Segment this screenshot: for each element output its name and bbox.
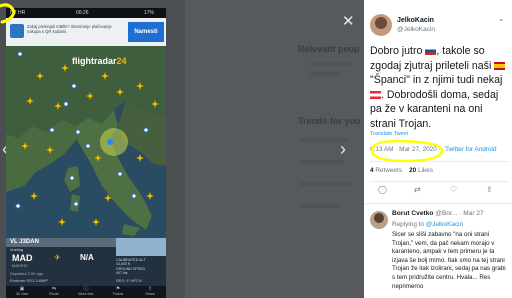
tweet-actions: ◯ ⇄ ♡ ⇪ <box>370 185 506 197</box>
divider <box>370 181 508 182</box>
tweet-counts: 4 Retweets 20 Likes <box>370 167 433 174</box>
divider <box>370 161 508 162</box>
tweet-author-name[interactable]: JelkoKacin <box>397 17 434 24</box>
backdrop-line <box>310 62 350 66</box>
flag-slovenia-icon <box>425 47 437 55</box>
tweet-author-handle[interactable]: @JelkoKacin <box>397 26 435 33</box>
tab-share: ⇪ Share <box>134 286 166 298</box>
map-land-svg <box>6 46 166 236</box>
clock-label: 00:26 <box>76 10 89 16</box>
carrier-label: HT HR <box>10 10 26 16</box>
flight-stats: CALIBRATED ALT 33,000 ft GROUND SPEED 40… <box>116 258 166 276</box>
flight-airline: Vueling <box>10 247 24 252</box>
backdrop-line <box>300 160 345 164</box>
flight-origin-code: MAD <box>12 253 33 263</box>
backdrop-line <box>300 204 340 208</box>
app-tabbar: ▣ 3D view ⇆ Route ⓘ More info ⚑ Follow ⇪ Shar… <box>6 286 166 298</box>
flight-info-card: VL J3DAN Vueling MAD ✈ N/A MADRID Depart… <box>6 238 166 286</box>
battery-label: 17% <box>144 10 155 16</box>
retweet-icon[interactable]: ⇄ <box>414 185 421 194</box>
ad-install-button: Namesti <box>128 22 164 42</box>
tab-follow: ⚑ Follow <box>102 286 134 298</box>
flightradar-logo: flightradar24 <box>72 56 127 66</box>
aircraft-reg: REG: F-HFCN <box>116 278 142 283</box>
flight-map: flightradar24 <box>6 46 166 238</box>
reply-icon[interactable]: ◯ <box>378 185 387 194</box>
ad-banner: Zakaj prekinjali mBills? Skeniranje plač… <box>6 18 166 46</box>
translate-tweet-link[interactable]: Translate Tweet <box>370 131 408 137</box>
tweet-text: Dobro jutro , takole so zgodaj zjutraj p… <box>370 44 510 132</box>
reply-handle-date[interactable]: @Bor... · Mar 27 <box>435 210 483 217</box>
reply-header: Borut Cvetko @Bor... · Mar 27 <box>392 210 484 217</box>
flag-austria-icon <box>370 90 381 99</box>
phone-status-bar: HT HR 00:26 17% <box>6 8 166 18</box>
reply-text: Sicer se sliši zabavno "na oni strani Tr… <box>392 231 506 290</box>
tab-more-info: ⓘ More info <box>70 286 102 298</box>
backdrop-relevant-people: Relevant peop <box>298 44 360 54</box>
tweet-timestamp[interactable]: 6:13 AM · Mar 27, 2020 · <box>370 146 441 153</box>
flight-origin-city: MADRID <box>12 263 28 268</box>
plane-icon: ✈ <box>54 253 61 262</box>
aircraft-type: Embraer ERJ-145MP <box>10 278 49 283</box>
share-icon[interactable]: ⇪ <box>486 185 493 194</box>
tab-3d-view: ▣ 3D view <box>6 286 38 298</box>
avatar[interactable] <box>370 14 392 36</box>
flight-callsign: VL J3DAN <box>10 239 39 245</box>
tab-route: ⇆ Route <box>38 286 70 298</box>
tweet-photo[interactable]: HT HR 00:26 17% Zakaj prekinjali mBills?… <box>6 8 166 298</box>
close-icon[interactable]: ✕ <box>342 14 355 29</box>
tweet-source-link[interactable]: Twitter for Android <box>445 146 497 153</box>
backdrop-line <box>300 182 352 186</box>
backdrop-line <box>310 72 340 76</box>
chevron-right-icon[interactable]: › <box>340 140 346 158</box>
reply-avatar[interactable] <box>370 211 388 229</box>
tweet-panel: JelkoKacin @JelkoKacin ⌄ Dobro jutro , t… <box>364 0 512 298</box>
like-icon[interactable]: ♡ <box>450 185 457 194</box>
flag-spain-icon <box>494 61 506 70</box>
flight-departed: Departed 2:00 ago <box>10 271 44 276</box>
backdrop-trends: Trends for you <box>298 116 361 126</box>
ad-app-icon <box>10 24 24 38</box>
replying-to-link[interactable]: @JelkoKacin <box>426 221 463 228</box>
reply-author-name[interactable]: Borut Cvetko <box>392 210 433 217</box>
chevron-down-icon[interactable]: ⌄ <box>498 14 505 23</box>
aircraft-photo <box>116 238 166 256</box>
like-count[interactable]: 20 <box>409 167 416 174</box>
retweet-count[interactable]: 4 <box>370 167 374 174</box>
flight-stat-value: 407 kts <box>116 271 128 276</box>
flight-destination-code: N/A <box>80 253 94 262</box>
ad-text: Zakaj prekinjali mBills? Skeniranje plač… <box>27 24 112 34</box>
replying-to: Replying to @JelkoKacin <box>392 221 464 228</box>
divider <box>364 203 512 204</box>
